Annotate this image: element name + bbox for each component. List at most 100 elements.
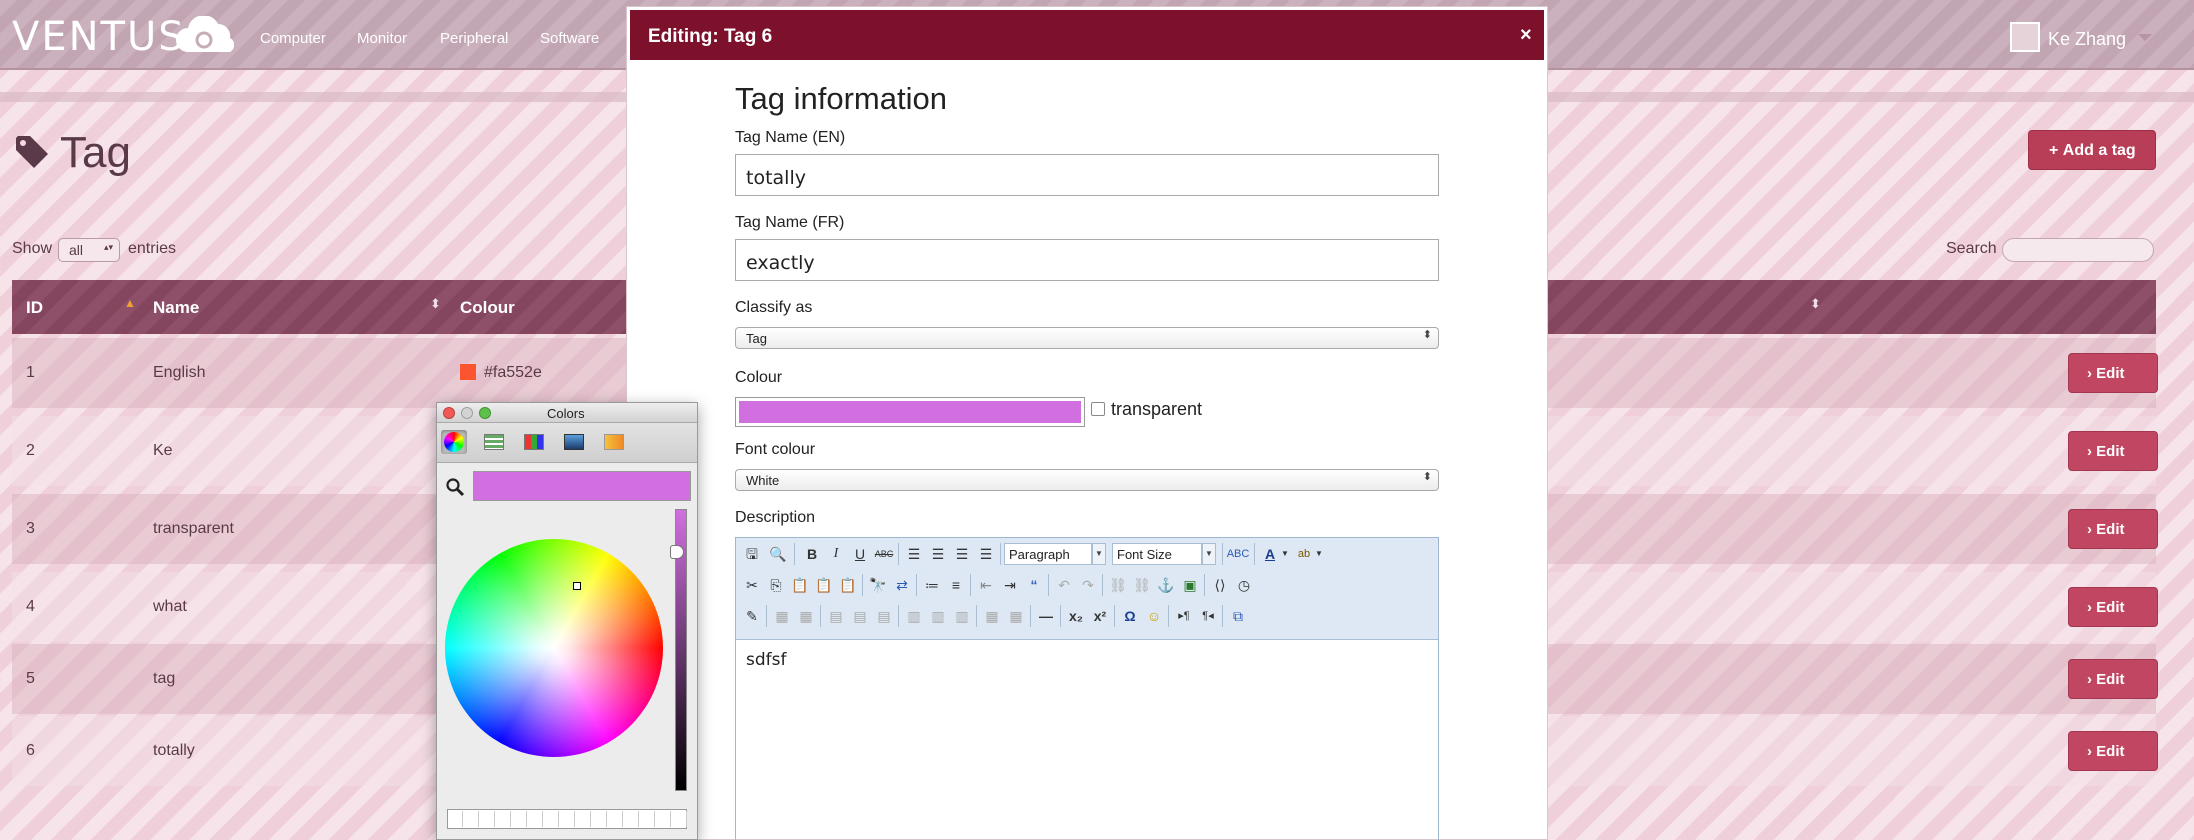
edit-button[interactable]: › Edit [2068,587,2158,627]
edit-source-icon[interactable]: ✎ [740,604,764,628]
magnifier-icon[interactable] [445,477,465,497]
tag-icon [16,136,48,168]
chevron-down-icon[interactable]: ▼ [1280,542,1290,566]
italic-icon[interactable]: I [824,542,848,566]
subscript-icon[interactable]: x₂ [1064,604,1088,628]
align-right-icon[interactable]: ☰ [950,542,974,566]
tag-name-fr-input[interactable]: exactly [735,239,1439,281]
column-header-id[interactable]: ID [26,298,43,318]
close-window-icon[interactable] [443,407,455,419]
row-delete-icon[interactable]: ▤ [848,604,872,628]
entries-select[interactable]: all ▴▾ [58,238,120,262]
spellcheck-icon[interactable]: ABC [1226,542,1250,566]
table-props-icon[interactable]: ▦ [794,604,818,628]
edit-button[interactable]: › Edit [2068,659,2158,699]
sliders-mode[interactable] [481,430,507,454]
image-icon[interactable]: ▣ [1178,573,1202,597]
user-menu[interactable]: Ke Zhang [2010,22,2160,56]
col-delete-icon[interactable]: ▥ [926,604,950,628]
zoom-window-icon[interactable] [479,407,491,419]
bullet-list-icon[interactable]: ≔ [920,573,944,597]
chevron-down-icon[interactable]: ▼ [1092,543,1106,565]
bold-icon[interactable]: B [800,542,824,566]
redo-icon[interactable]: ↷ [1076,573,1100,597]
minimize-window-icon[interactable] [461,407,473,419]
colors-panel-titlebar[interactable]: Colors [437,403,697,423]
add-tag-button[interactable]: + Add a tag [2028,130,2156,170]
undo-icon[interactable]: ↶ [1052,573,1076,597]
outdent-icon[interactable]: ⇤ [974,573,998,597]
paragraph-format-select[interactable]: Paragraph [1004,543,1092,565]
close-icon[interactable]: × [1520,24,1532,47]
classify-value: Tag [746,331,767,346]
blockquote-icon[interactable]: “ [1022,573,1046,597]
editor-content[interactable]: sdfsf [746,650,786,670]
nav-computer[interactable]: Computer [260,30,326,47]
clock-icon[interactable]: ◷ [1232,573,1256,597]
paste-word-icon[interactable]: 📋 [836,573,860,597]
replace-icon[interactable]: ⇄ [890,573,914,597]
nav-software[interactable]: Software [540,30,599,47]
unlink-icon[interactable]: ⛓ [1130,573,1154,597]
highlight-color-icon[interactable]: ab [1292,542,1316,566]
crayons-mode[interactable] [601,430,627,454]
search-input[interactable] [2002,238,2154,262]
text-color-icon[interactable]: A [1258,542,1282,566]
column-header-colour[interactable]: Colour [460,298,515,318]
transparent-checkbox[interactable] [1091,402,1105,416]
row-props-icon[interactable]: ▤ [872,604,896,628]
nav-monitor[interactable]: Monitor [357,30,407,47]
align-center-icon[interactable]: ☰ [926,542,950,566]
link-icon[interactable]: ⛓ [1106,573,1130,597]
col-props-icon[interactable]: ▥ [950,604,974,628]
anchor-icon[interactable]: ⚓ [1154,573,1178,597]
merge-cells-icon[interactable]: ▦ [980,604,1004,628]
color-wells[interactable] [447,809,687,829]
special-char-icon[interactable]: Ω [1118,604,1142,628]
horizontal-rule-icon[interactable]: — [1034,604,1058,628]
superscript-icon[interactable]: x² [1088,604,1112,628]
color-wheel-marker[interactable] [573,582,581,590]
align-left-icon[interactable]: ☰ [902,542,926,566]
find-icon[interactable]: 🔭 [866,573,890,597]
palettes-mode[interactable] [521,430,547,454]
emoticon-icon[interactable]: ☺ [1142,604,1166,628]
classify-select[interactable]: Tag ⬍ [735,327,1439,349]
preview-icon[interactable]: 🔍 [766,542,790,566]
strikethrough-icon[interactable]: ABC [872,542,896,566]
edit-button[interactable]: › Edit [2068,731,2158,771]
save-icon[interactable]: 🖫 [740,542,764,566]
app-logo[interactable]: VENTUS [12,14,186,60]
row-insert-icon[interactable]: ▤ [824,604,848,628]
edit-button[interactable]: › Edit [2068,353,2158,393]
column-header-name[interactable]: Name [153,298,199,318]
underline-icon[interactable]: U [848,542,872,566]
font-colour-select[interactable]: White ⬍ [735,469,1439,491]
ltr-icon[interactable]: ▸¶ [1172,604,1196,628]
fullscreen-icon[interactable]: ⧉ [1226,604,1250,628]
html-source-icon[interactable]: ⟨⟩ [1208,573,1232,597]
split-cells-icon[interactable]: ▦ [1004,604,1028,628]
copy-icon[interactable]: ⎘ [764,573,788,597]
edit-button[interactable]: › Edit [2068,509,2158,549]
table-icon[interactable]: ▦ [770,604,794,628]
colour-picker-field[interactable] [735,397,1085,427]
color-wheel-mode[interactable] [441,430,467,454]
rtl-icon[interactable]: ¶◂ [1196,604,1220,628]
color-wheel[interactable] [445,539,663,757]
font-size-select[interactable]: Font Size [1112,543,1202,565]
paste-icon[interactable]: 📋 [788,573,812,597]
align-justify-icon[interactable]: ☰ [974,542,998,566]
paste-text-icon[interactable]: 📋 [812,573,836,597]
tag-name-en-input[interactable]: totally [735,154,1439,196]
brightness-slider-thumb[interactable] [670,545,684,559]
edit-button[interactable]: › Edit [2068,431,2158,471]
cut-icon[interactable]: ✂ [740,573,764,597]
chevron-down-icon[interactable]: ▼ [1202,543,1216,565]
indent-icon[interactable]: ⇥ [998,573,1022,597]
numbered-list-icon[interactable]: ≡ [944,573,968,597]
image-palettes-mode[interactable] [561,430,587,454]
nav-peripheral[interactable]: Peripheral [440,30,508,47]
chevron-down-icon[interactable]: ▼ [1314,542,1324,566]
col-insert-icon[interactable]: ▥ [902,604,926,628]
